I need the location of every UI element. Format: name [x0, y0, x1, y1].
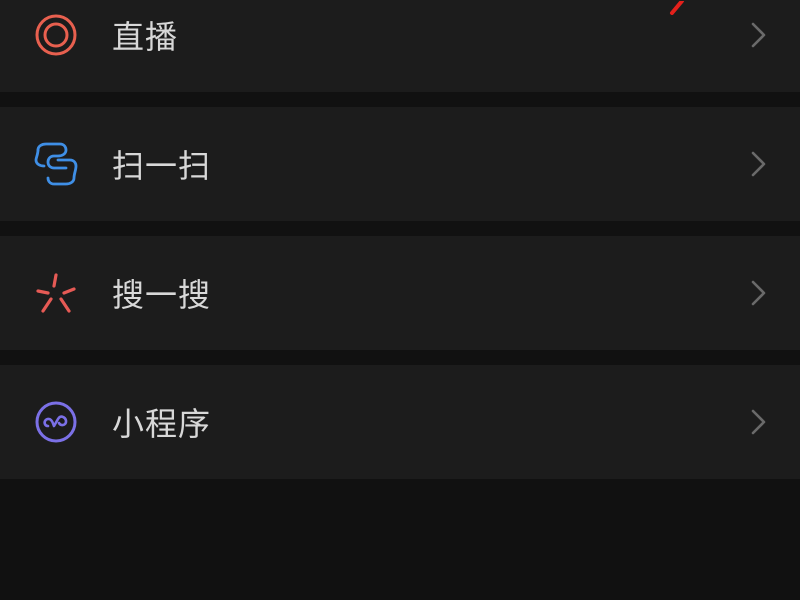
menu-item-scan[interactable]: 扫一扫: [0, 107, 800, 221]
discover-screen: 直播 扫一扫 搜一搜 小程序: [0, 0, 800, 600]
menu-item-label: 直播: [112, 18, 179, 56]
search-sparkle-icon: [32, 269, 80, 317]
chevron-right-icon: [746, 19, 770, 51]
menu-item-search[interactable]: 搜一搜: [0, 236, 800, 350]
menu-item-mini-programs[interactable]: 小程序: [0, 365, 800, 479]
menu-item-label: 扫一扫: [112, 147, 212, 185]
annotation-arrow-mark: [664, 0, 694, 15]
mini-program-icon: [32, 398, 80, 446]
scan-icon: [32, 140, 80, 188]
live-icon: [32, 11, 80, 59]
menu-item-label: 搜一搜: [112, 276, 212, 314]
chevron-right-icon: [746, 277, 770, 309]
chevron-right-icon: [746, 406, 770, 438]
chevron-right-icon: [746, 148, 770, 180]
menu-item-label: 小程序: [112, 405, 212, 443]
